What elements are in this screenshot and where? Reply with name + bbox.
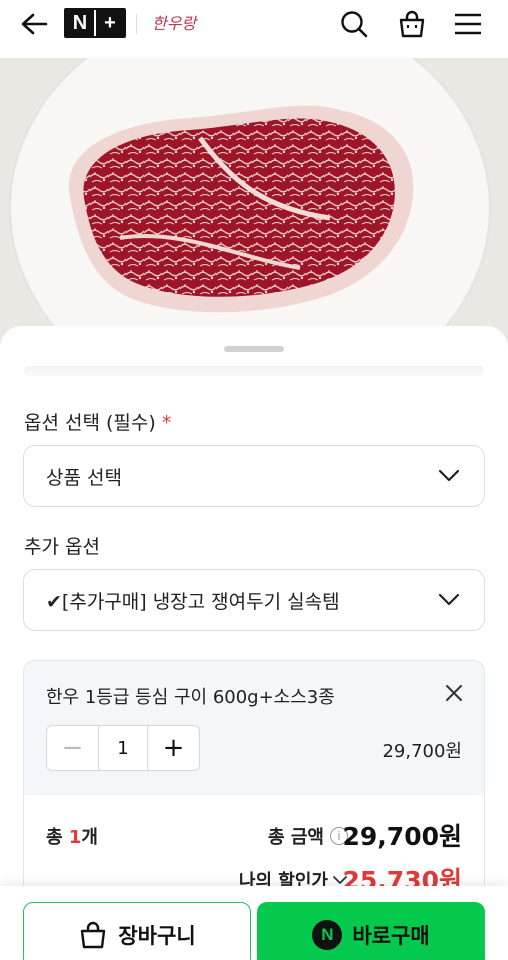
required-option-label: 옵션 선택 (필수) * <box>24 408 171 435</box>
total-count-suffix: 개 <box>81 827 98 848</box>
header-divider <box>136 14 137 34</box>
naver-pay-icon: N <box>312 920 343 950</box>
option-sheet: 옵션 선택 (필수) * 상품 선택 추가 옵션 ✔[추가구매] 냉장고 쟁여두… <box>0 326 508 960</box>
sheet-divider <box>24 366 484 376</box>
quantity-value[interactable]: 1 <box>98 726 148 770</box>
selected-item-price: 29,700원 <box>382 741 462 762</box>
total-summary: 총 1개 총 금액 i 29,700원 나의 할인가 25,730원 <box>23 795 485 895</box>
sheet-handle[interactable] <box>224 346 284 352</box>
total-amount-label-text: 총 금액 <box>268 827 324 848</box>
nplus-logo[interactable]: N + <box>64 8 126 38</box>
extra-option-value: ✔[추가구매] 냉장고 쟁여두기 실속템 <box>46 590 340 613</box>
chevron-down-icon <box>438 590 460 612</box>
add-to-cart-button[interactable]: 장바구니 <box>23 902 251 960</box>
shopping-bag-icon <box>81 921 106 949</box>
required-option-text: 옵션 선택 (필수) <box>24 412 156 434</box>
shopping-bag-icon[interactable] <box>394 6 430 42</box>
extra-option-label: 추가 옵션 <box>24 536 100 558</box>
total-count-number: 1 <box>68 827 82 848</box>
chevron-down-icon <box>438 466 460 488</box>
extra-option-dropdown[interactable]: ✔[추가구매] 냉장고 쟁여두기 실속템 <box>23 569 485 631</box>
buy-now-button[interactable]: N 바로구매 <box>257 902 485 960</box>
search-icon[interactable] <box>336 6 372 42</box>
quantity-stepper: − 1 + <box>46 725 200 771</box>
bottom-action-bar: 장바구니 N 바로구매 <box>0 886 508 960</box>
quantity-decrease-button[interactable]: − <box>47 726 98 770</box>
total-amount-label: 총 금액 i <box>268 823 348 849</box>
back-arrow-icon[interactable] <box>18 10 50 38</box>
logo-plus: + <box>96 10 124 36</box>
add-to-cart-label: 장바구니 <box>118 924 196 948</box>
total-count: 총 1개 <box>46 823 98 849</box>
logo-n: N <box>66 10 94 36</box>
required-mark: * <box>161 412 172 434</box>
selected-item-name: 한우 1등급 등심 구이 600g+소스3종 <box>46 687 335 708</box>
total-count-prefix: 총 <box>46 827 69 848</box>
selected-item-box: 한우 1등급 등심 구이 600g+소스3종 − 1 + 29,700원 <box>23 660 485 796</box>
brand-logo[interactable]: 한우랑 <box>152 10 196 34</box>
close-icon[interactable] <box>442 681 466 705</box>
product-select-value: 상품 선택 <box>46 466 122 489</box>
product-select-dropdown[interactable]: 상품 선택 <box>23 445 485 507</box>
header: N + 한우랑 <box>0 0 508 58</box>
menu-icon[interactable] <box>450 6 486 42</box>
quantity-increase-button[interactable]: + <box>148 726 199 770</box>
buy-now-label: 바로구매 <box>352 924 430 948</box>
product-image[interactable] <box>0 58 508 348</box>
total-amount: 29,700원 <box>342 822 462 851</box>
